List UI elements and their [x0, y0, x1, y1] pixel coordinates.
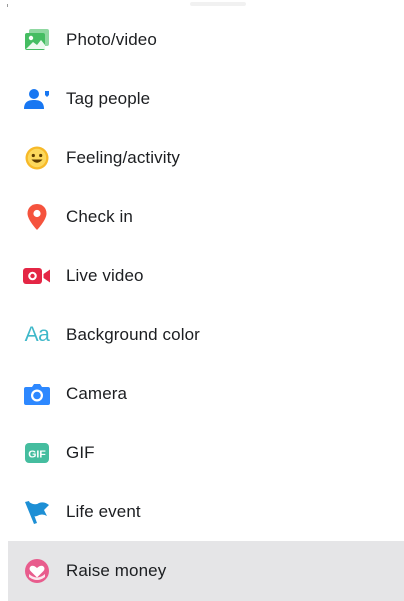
menu-item-label: Photo/video: [66, 29, 157, 49]
gif-icon: GIF: [22, 438, 52, 468]
menu-item-tag-people[interactable]: Tag people: [0, 69, 404, 128]
sheet-grabber[interactable]: [0, 0, 404, 10]
menu-item-label: Check in: [66, 206, 133, 226]
background-color-icon: Aa: [24, 322, 50, 346]
menu-item-label: Life event: [66, 501, 141, 521]
feeling-activity-icon: [22, 143, 52, 173]
photo-video-icon: [22, 25, 52, 55]
gif-icon-text: GIF: [28, 448, 46, 460]
menu-item-label: Feeling/activity: [66, 147, 181, 167]
menu-item-raise-money[interactable]: Raise money: [8, 541, 404, 601]
menu-item-gif[interactable]: GIF GIF: [0, 423, 404, 482]
tag-people-icon: [22, 84, 52, 114]
menu-item-check-in[interactable]: Check in: [0, 187, 404, 246]
raise-money-icon: [22, 556, 52, 586]
menu-item-background-color[interactable]: Aa Background color: [0, 305, 404, 364]
menu-item-label: Camera: [66, 383, 128, 403]
menu-item-label: Raise money: [66, 561, 167, 580]
menu-item-label: Background color: [66, 324, 200, 344]
life-event-icon: [22, 497, 52, 527]
menu-item-label: Tag people: [66, 88, 151, 108]
grabber-handle[interactable]: [190, 2, 246, 6]
grabber-dot: [7, 4, 8, 7]
menu-item-life-event[interactable]: Life event: [0, 482, 404, 541]
camera-icon: [22, 379, 52, 409]
menu-item-label: Live video: [66, 265, 144, 285]
menu-item-label: GIF: [66, 442, 95, 462]
check-in-icon: [22, 202, 52, 232]
menu-item-live-video[interactable]: Live video: [0, 246, 404, 305]
menu-item-camera[interactable]: Camera: [0, 364, 404, 423]
live-video-icon: [22, 261, 52, 291]
menu-item-photo-video[interactable]: Photo/video: [0, 10, 404, 69]
post-options-menu: Photo/video Tag people Feeling/activity: [0, 10, 404, 601]
menu-item-feeling-activity[interactable]: Feeling/activity: [0, 128, 404, 187]
